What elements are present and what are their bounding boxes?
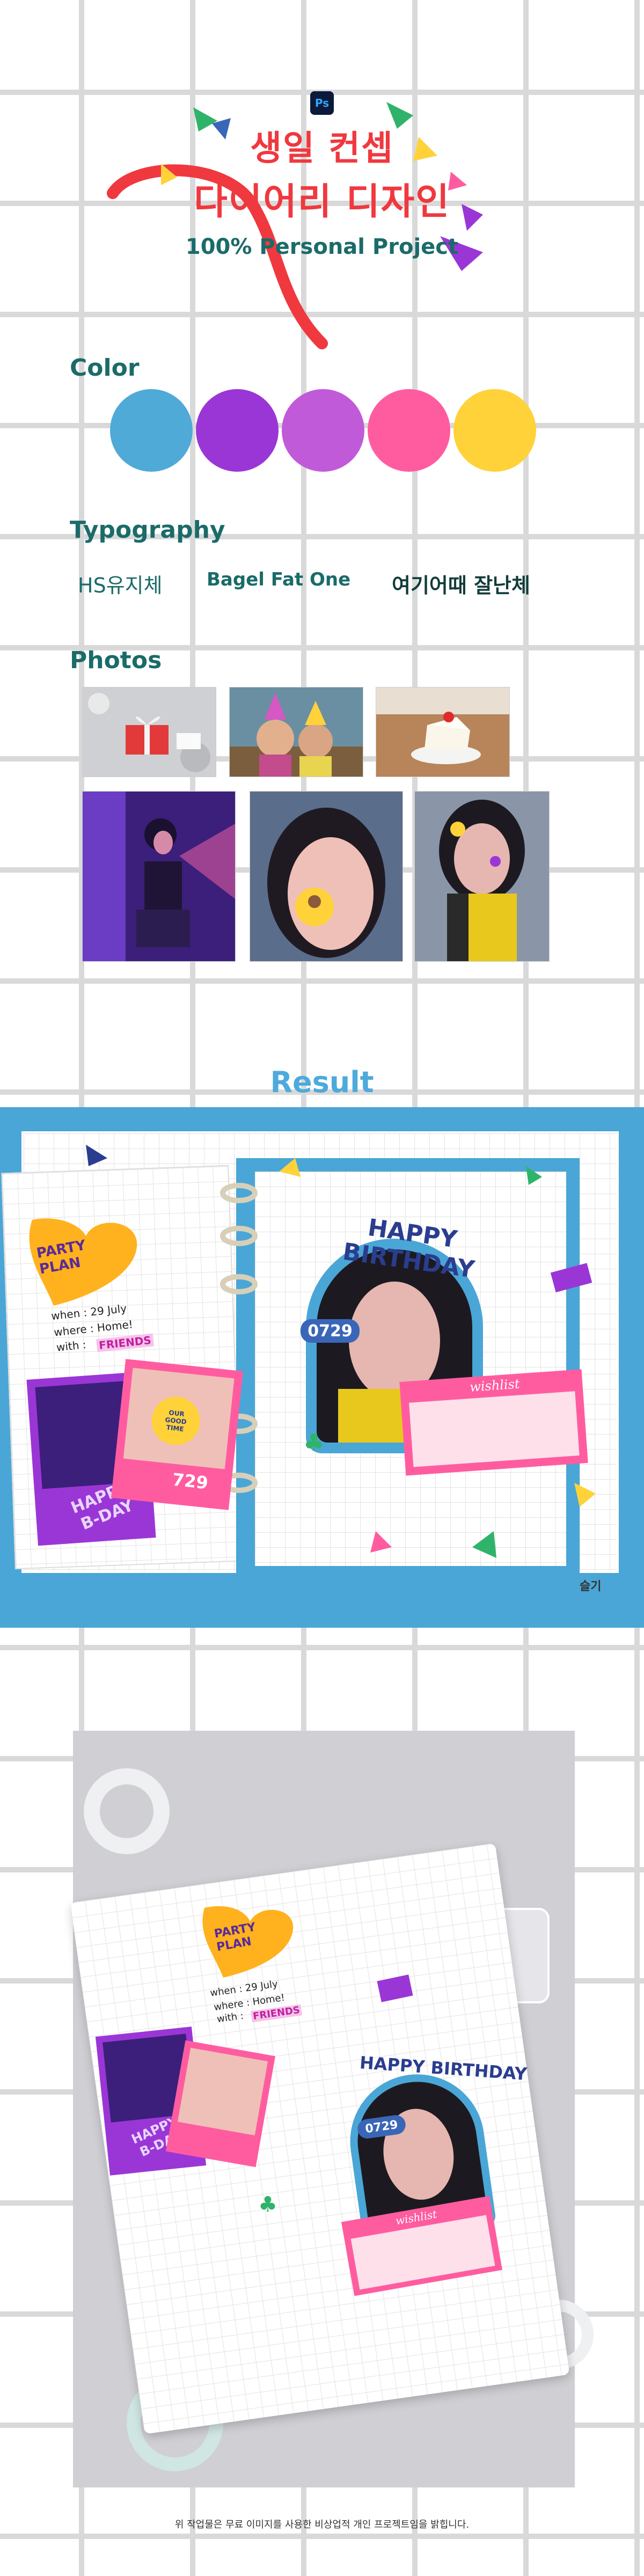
- font-sample-1: HS유지체: [78, 574, 163, 597]
- font-sample-3: 여기어때 잘난체: [392, 574, 530, 597]
- photo-gift-box: [82, 687, 216, 777]
- photo-portrait-purple: [82, 791, 236, 962]
- result-artwork: PARTY PLAN when : 29 July where : Home! …: [0, 1107, 644, 1628]
- photoshop-icon: Ps: [310, 91, 334, 115]
- header-section: Ps 생일 컨셉 다이어리 디자인 100% Personal Project: [0, 0, 644, 349]
- color-swatch-yellow: [453, 389, 536, 472]
- footer-disclaimer: 위 작업물은 무료 이미지를 사용한 비상업적 개인 프로젝트임을 밝힙니다.: [174, 2519, 470, 2530]
- color-swatch-blue: [110, 389, 193, 472]
- result-heading: Result: [270, 1065, 374, 1099]
- photo-portrait-stickers: [414, 791, 550, 962]
- page-title-line1: 생일 컨셉: [250, 129, 394, 169]
- photos-heading: Photos: [70, 647, 162, 674]
- signature: 슬기: [580, 1580, 602, 1593]
- mockup-photo: PARTY PLAN when : 29 July where : Home! …: [70, 1731, 594, 2487]
- result-confetti: [86, 1145, 596, 1558]
- page-subtitle: 100% Personal Project: [185, 235, 459, 259]
- color-swatch-pink: [368, 389, 450, 472]
- font-sample-2: Bagel Fat One: [207, 569, 351, 590]
- color-swatch-purple: [196, 389, 279, 472]
- color-swatch-violet: [282, 389, 364, 472]
- photo-cake-slice: [376, 687, 510, 777]
- mockup-photo-card-pink: [166, 2040, 275, 2168]
- mockup-clover-icon: ♣: [258, 2192, 277, 2217]
- color-heading: Color: [70, 354, 140, 382]
- photo-kids-party: [229, 687, 363, 777]
- page-title-line2: 다이어리 디자인: [194, 181, 450, 223]
- photo-portrait-sticker: [250, 791, 403, 962]
- typography-heading: Typography: [70, 516, 225, 544]
- tape-roll-top: [84, 1768, 170, 1854]
